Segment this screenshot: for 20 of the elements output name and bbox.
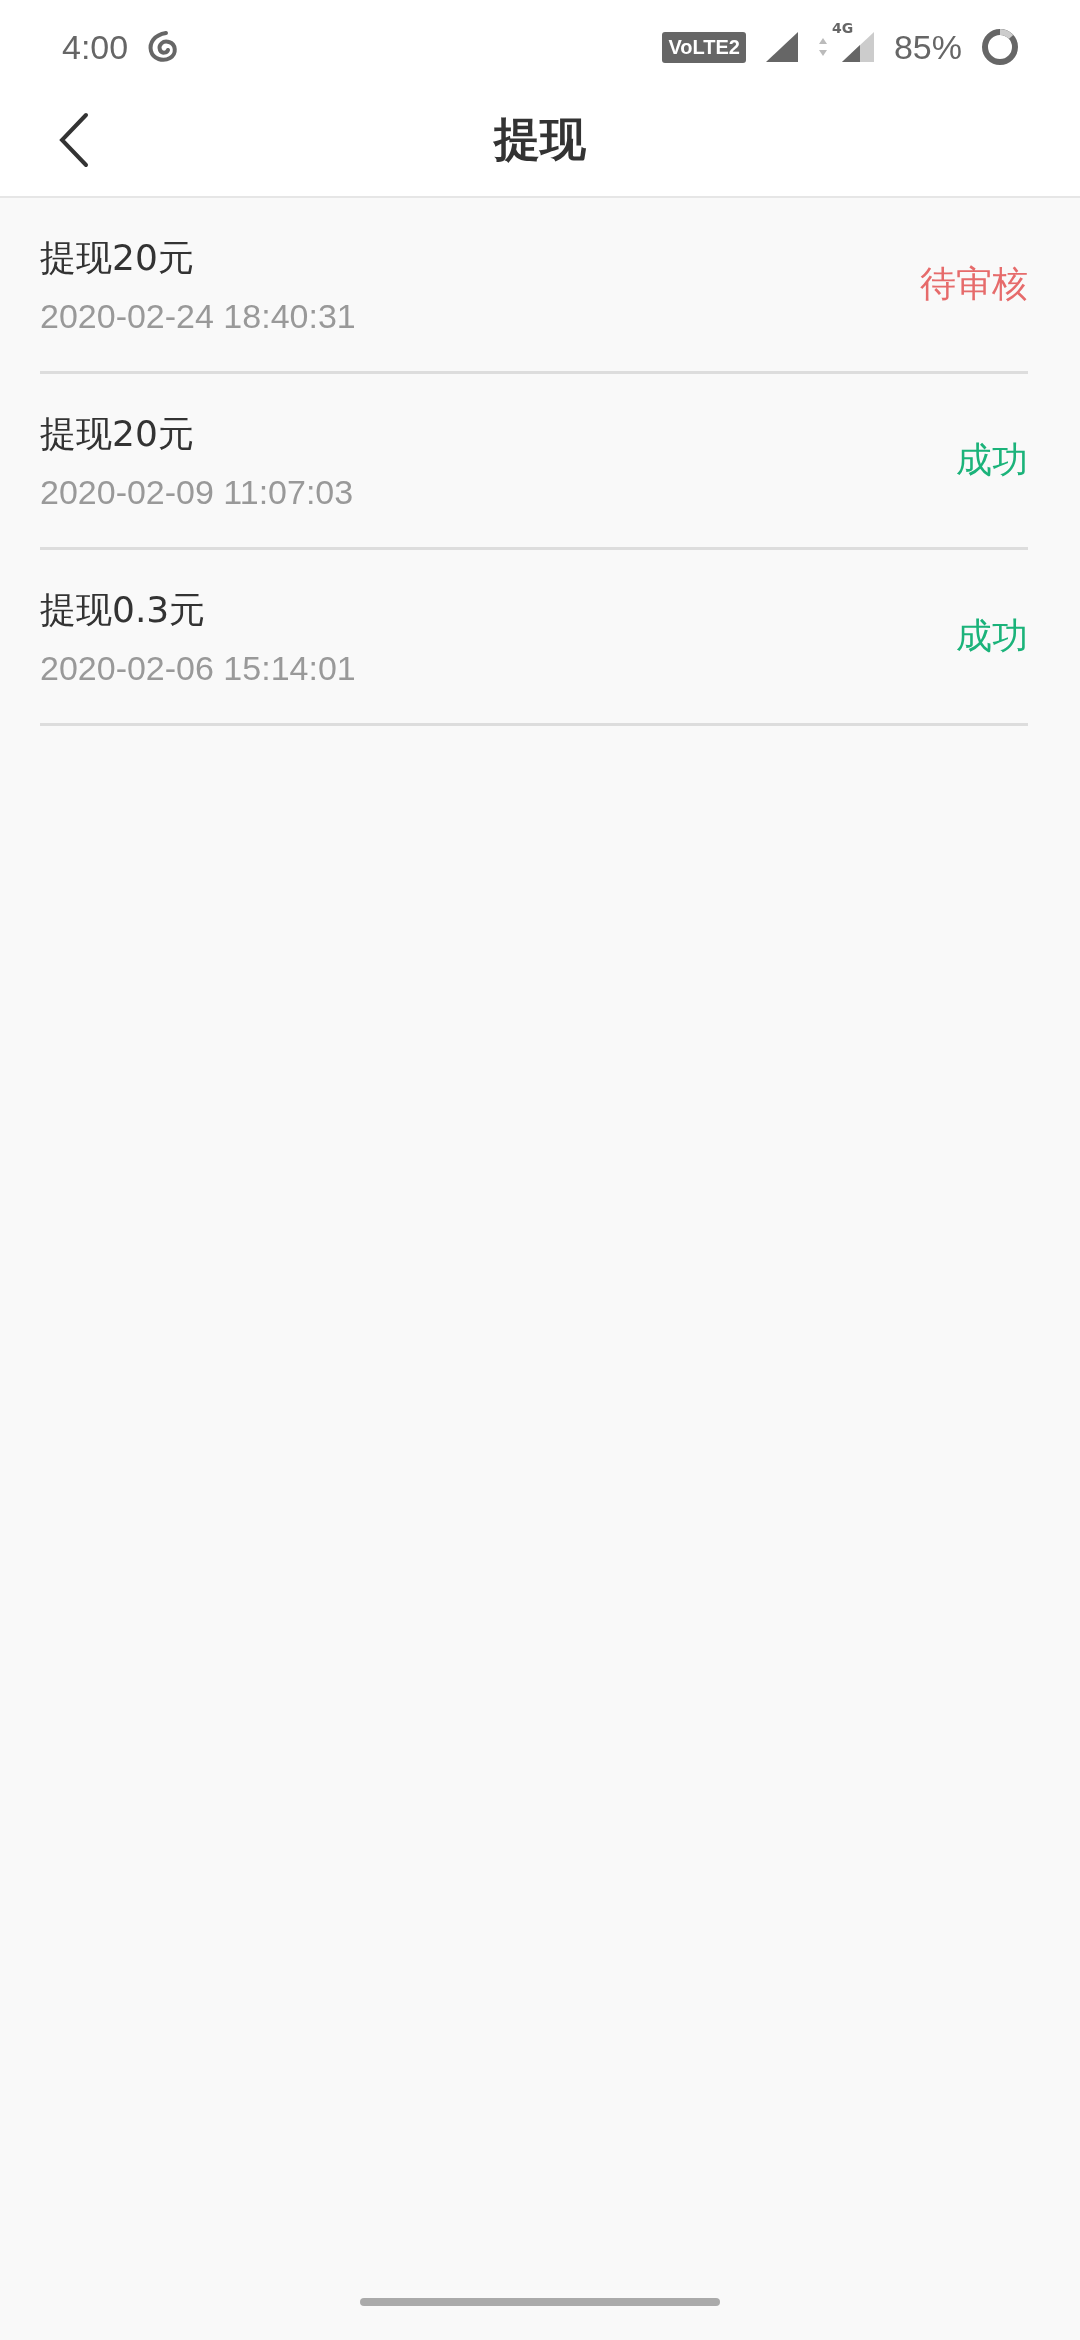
- record-time: 2020-02-06 15:14:01: [40, 648, 356, 688]
- back-icon[interactable]: [58, 112, 90, 168]
- volte-badge: VoLTE2: [662, 31, 746, 63]
- record-status: 待审核: [920, 262, 1028, 306]
- status-time: 4:00: [62, 27, 129, 67]
- record-time: 2020-02-24 18:40:31: [40, 296, 356, 336]
- network-type: 4G: [831, 20, 854, 36]
- record-title: 提现0.3元: [40, 587, 207, 632]
- record-status: 成功: [956, 614, 1028, 658]
- battery-percent: 85%: [893, 27, 962, 67]
- record-title: 提现20元: [40, 235, 195, 280]
- battery-ring-icon: [980, 27, 1020, 67]
- record-time: 2020-02-09 11:07:03: [40, 472, 354, 512]
- record-row[interactable]: 提现20元 2020-02-24 18:40:31 待审核: [40, 198, 1028, 374]
- record-title: 提现20元: [40, 411, 195, 456]
- record-row[interactable]: 提现20元 2020-02-09 11:07:03 成功: [40, 374, 1028, 550]
- data-arrows-icon: [817, 36, 828, 58]
- record-row[interactable]: 提现0.3元 2020-02-06 15:14:01 成功: [40, 550, 1028, 726]
- record-status: 成功: [956, 438, 1028, 482]
- page-title: 提现: [494, 111, 586, 168]
